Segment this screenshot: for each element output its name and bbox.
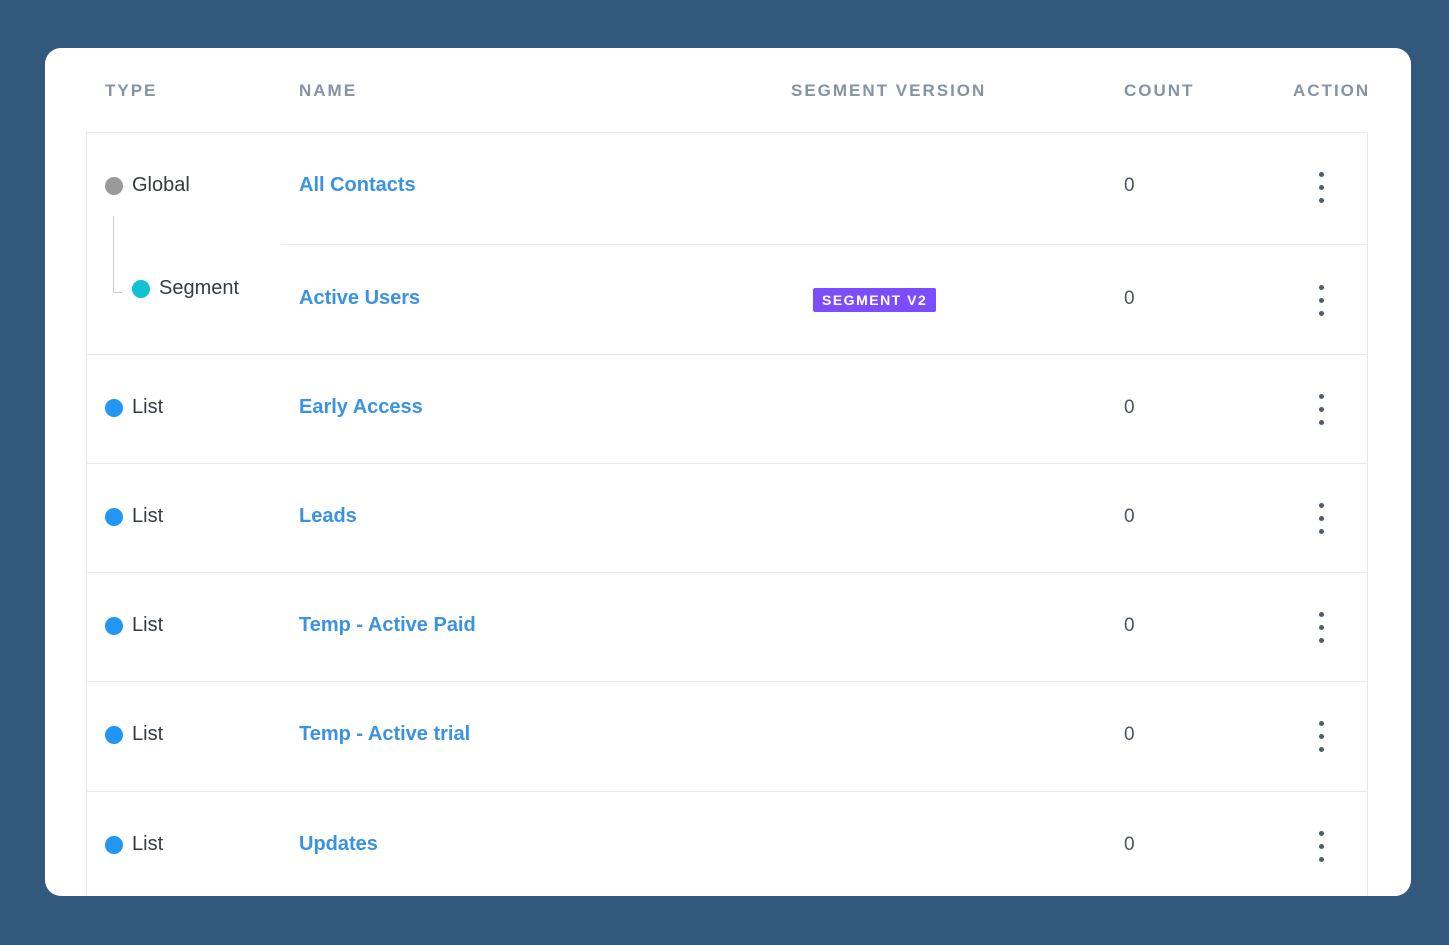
row-divider: [281, 244, 1368, 245]
header-count[interactable]: COUNT: [1124, 81, 1194, 101]
row-name-link[interactable]: All Contacts: [299, 174, 416, 197]
status-dot-icon: [105, 726, 123, 744]
row-type: List: [132, 723, 164, 745]
kebab-menu-icon[interactable]: [1310, 283, 1334, 319]
row-type: List: [132, 505, 164, 527]
row-name-link[interactable]: Leads: [299, 505, 357, 528]
row-divider: [87, 354, 1368, 355]
kebab-menu-icon[interactable]: [1310, 170, 1334, 206]
segment-version-badge: SEGMENT V2: [813, 288, 937, 312]
status-dot-icon: [105, 177, 123, 195]
row-count: 0: [1124, 834, 1135, 855]
tree-connector: [113, 216, 122, 293]
row-divider: [87, 681, 1368, 682]
table-header: TYPE NAME SEGMENT VERSION COUNT ACTION: [45, 48, 1411, 132]
status-dot-icon: [105, 399, 123, 417]
status-dot-icon: [105, 508, 123, 526]
row-type: List: [132, 614, 164, 636]
status-dot-icon: [105, 836, 123, 854]
header-type[interactable]: TYPE: [105, 81, 157, 101]
header-name[interactable]: NAME: [299, 81, 357, 101]
kebab-menu-icon[interactable]: [1310, 501, 1334, 537]
row-count: 0: [1124, 724, 1135, 745]
row-count: 0: [1124, 506, 1135, 527]
status-dot-icon: [105, 617, 123, 635]
row-count: 0: [1124, 288, 1135, 309]
row-divider: [87, 463, 1368, 464]
row-divider: [87, 572, 1368, 573]
row-name-link[interactable]: Temp - Active trial: [299, 723, 470, 746]
row-name-link[interactable]: Active Users: [299, 287, 420, 310]
kebab-menu-icon[interactable]: [1310, 610, 1334, 646]
row-count: 0: [1124, 175, 1135, 196]
kebab-menu-icon[interactable]: [1310, 829, 1334, 865]
row-type: List: [132, 833, 164, 855]
row-count: 0: [1124, 397, 1135, 418]
row-name-link[interactable]: Updates: [299, 833, 378, 856]
row-name-link[interactable]: Temp - Active Paid: [299, 614, 476, 637]
kebab-menu-icon[interactable]: [1310, 392, 1334, 428]
row-divider: [87, 791, 1368, 792]
table-body: [86, 132, 1368, 896]
row-type: Global: [132, 174, 190, 196]
row-name-link[interactable]: Early Access: [299, 396, 423, 419]
row-count: 0: [1124, 615, 1135, 636]
header-action: ACTION: [1293, 81, 1371, 100]
status-dot-icon: [132, 280, 150, 298]
row-type: Segment: [159, 277, 240, 299]
contacts-table-card: TYPE NAME SEGMENT VERSION COUNT ACTION G…: [45, 48, 1411, 896]
kebab-menu-icon[interactable]: [1310, 719, 1334, 755]
header-segment-version[interactable]: SEGMENT VERSION: [791, 81, 986, 101]
row-type: List: [132, 396, 164, 418]
